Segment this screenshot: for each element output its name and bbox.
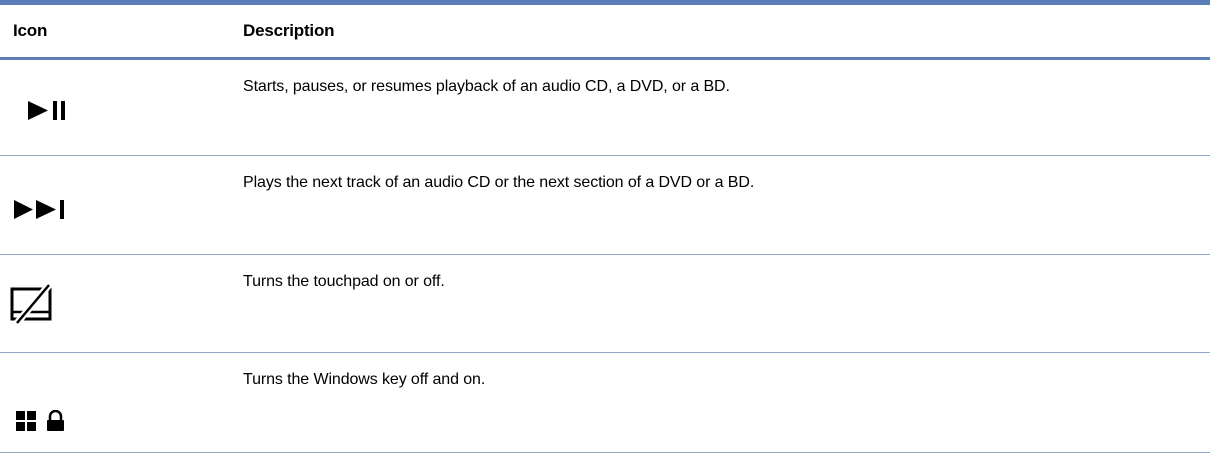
table-row: Plays the next track of an audio CD or t… bbox=[0, 156, 1210, 255]
next-track-icon bbox=[12, 197, 92, 221]
windows-key-lock-icon bbox=[16, 410, 86, 432]
column-header-description: Description bbox=[243, 21, 335, 40]
row-description: Starts, pauses, or resumes playback of a… bbox=[243, 78, 730, 95]
hotkey-icon-table: Icon Description Starts, pauses, or resu… bbox=[0, 0, 1210, 469]
row-description: Turns the touchpad on or off. bbox=[243, 273, 445, 290]
row-description: Plays the next track of an audio CD or t… bbox=[243, 174, 755, 191]
row-description: Turns the Windows key off and on. bbox=[243, 371, 486, 388]
windows-logo-icon bbox=[16, 411, 36, 431]
column-header-icon: Icon bbox=[13, 21, 48, 40]
table-row: Starts, pauses, or resumes playback of a… bbox=[0, 60, 1210, 156]
table-row: Turns the Windows key off and on. bbox=[0, 353, 1210, 453]
table-row: Turns the touchpad on or off. bbox=[0, 255, 1210, 353]
play-pause-icon bbox=[12, 98, 82, 122]
touchpad-off-icon bbox=[9, 282, 59, 326]
table-header: Icon Description bbox=[0, 5, 1210, 57]
lock-icon bbox=[47, 410, 64, 431]
row-divider bbox=[0, 452, 1210, 453]
